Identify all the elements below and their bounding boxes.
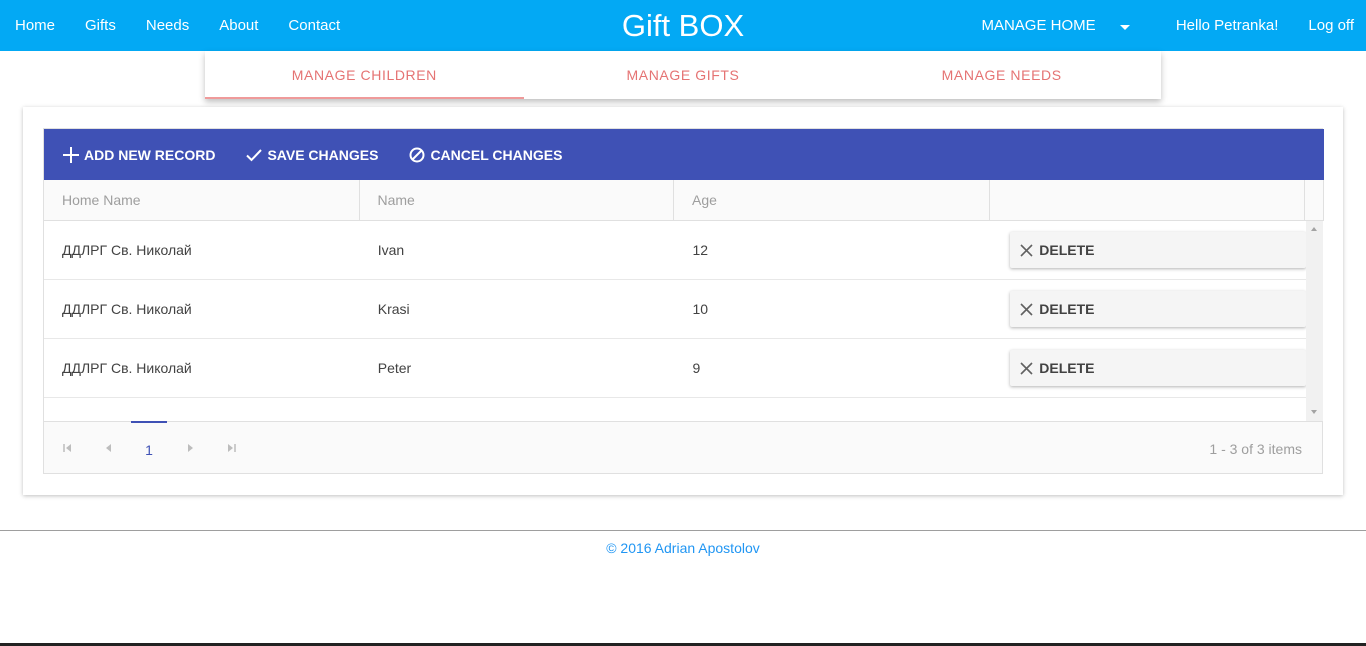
user-greeting-link[interactable]: Hello Petranka!	[1146, 0, 1294, 51]
table-row[interactable]: ДДЛРГ Св. Николай Peter 9 DELETE	[44, 339, 1306, 398]
manage-home-label: MANAGE HOME	[981, 17, 1096, 34]
grid-toolbar: ADD NEW RECORD SAVE CHANGES CANCEL CHANG…	[44, 129, 1324, 180]
cell-actions: DELETE	[990, 232, 1306, 268]
next-page-icon[interactable]	[184, 442, 196, 454]
delete-button[interactable]: DELETE	[1010, 291, 1306, 327]
manage-home-dropdown[interactable]: MANAGE HOME	[981, 0, 1145, 51]
close-icon	[1020, 361, 1033, 375]
cancel-changes-button[interactable]: CANCEL CHANGES	[408, 146, 562, 164]
tab-manage-gifts[interactable]: MANAGE GIFTS	[524, 51, 843, 99]
delete-label: DELETE	[1039, 301, 1095, 317]
cell-actions: DELETE	[990, 291, 1306, 327]
content-card: ADD NEW RECORD SAVE CHANGES CANCEL CHANG…	[23, 107, 1343, 495]
top-navbar: Home Gifts Needs About Contact Gift BOX …	[0, 0, 1366, 51]
cell-age[interactable]: 10	[675, 301, 991, 317]
delete-button[interactable]: DELETE	[1010, 232, 1306, 268]
nav-link-home[interactable]: Home	[0, 0, 70, 51]
add-new-record-button[interactable]: ADD NEW RECORD	[62, 146, 215, 164]
grid-header: Home Name Name Age	[44, 180, 1324, 221]
scroll-up-arrow-icon[interactable]	[1311, 227, 1317, 231]
main-nav: Home Gifts Needs About Contact	[0, 0, 355, 51]
save-changes-label: SAVE CHANGES	[267, 146, 379, 163]
save-changes-button[interactable]: SAVE CHANGES	[245, 146, 378, 164]
last-page-icon[interactable]	[225, 442, 237, 454]
cell-actions: DELETE	[990, 350, 1306, 386]
delete-label: DELETE	[1039, 360, 1095, 376]
grid-pager: 1 1 - 3 of 3 items	[44, 421, 1322, 473]
cell-name[interactable]: Peter	[360, 360, 675, 376]
nav-link-needs[interactable]: Needs	[131, 0, 204, 51]
column-header-actions	[990, 180, 1305, 220]
caret-down-icon	[1119, 25, 1130, 30]
scroll-down-arrow-icon[interactable]	[1311, 410, 1317, 414]
logoff-link[interactable]: Log off	[1293, 0, 1366, 51]
table-row[interactable]: ДДЛРГ Св. Николай Ivan 12 DELETE	[44, 221, 1306, 280]
plus-icon	[63, 146, 79, 163]
cell-home-name[interactable]: ДДЛРГ Св. Николай	[44, 360, 360, 376]
footer-copyright: © 2016 Adrian Apostolov	[606, 540, 760, 556]
column-header-name[interactable]: Name	[360, 180, 674, 220]
delete-button[interactable]: DELETE	[1010, 350, 1306, 386]
header-scroll-spacer	[1305, 180, 1324, 220]
children-grid: ADD NEW RECORD SAVE CHANGES CANCEL CHANG…	[43, 128, 1324, 474]
manage-tabs: MANAGE CHILDREN MANAGE GIFTS MANAGE NEED…	[205, 51, 1161, 99]
column-header-age[interactable]: Age	[674, 180, 990, 220]
brand-title[interactable]: Gift BOX	[622, 8, 744, 43]
vertical-scrollbar[interactable]	[1306, 221, 1323, 421]
table-row[interactable]: ДДЛРГ Св. Николай Krasi 10 DELETE	[44, 280, 1306, 339]
tab-manage-needs[interactable]: MANAGE NEEDS	[842, 51, 1161, 99]
grid-body: ДДЛРГ Св. Николай Ivan 12 DELETE ДДЛРГ С…	[44, 221, 1324, 421]
nav-link-about[interactable]: About	[204, 0, 273, 51]
close-icon	[1020, 243, 1033, 257]
column-header-home-name[interactable]: Home Name	[44, 180, 360, 220]
delete-label: DELETE	[1039, 242, 1095, 258]
checkmark-icon	[246, 148, 263, 161]
pager-info: 1 - 3 of 3 items	[1209, 441, 1302, 457]
nav-link-gifts[interactable]: Gifts	[70, 0, 131, 51]
add-new-record-label: ADD NEW RECORD	[84, 146, 216, 163]
cell-home-name[interactable]: ДДЛРГ Св. Николай	[44, 242, 360, 258]
cell-home-name[interactable]: ДДЛРГ Св. Николай	[44, 301, 360, 317]
user-nav: MANAGE HOME Hello Petranka! Log off	[981, 0, 1366, 51]
first-page-icon[interactable]	[62, 442, 74, 454]
tab-manage-children[interactable]: MANAGE CHILDREN	[205, 51, 524, 99]
cell-age[interactable]: 12	[675, 242, 991, 258]
footer-divider	[0, 530, 1366, 531]
cancel-icon	[409, 147, 425, 162]
previous-page-icon[interactable]	[103, 442, 115, 454]
nav-link-contact[interactable]: Contact	[273, 0, 355, 51]
cancel-changes-label: CANCEL CHANGES	[430, 146, 563, 163]
cell-age[interactable]: 9	[675, 360, 991, 376]
page-number-current[interactable]: 1	[131, 421, 167, 473]
cell-name[interactable]: Ivan	[360, 242, 675, 258]
cell-name[interactable]: Krasi	[360, 301, 675, 317]
close-icon	[1020, 302, 1033, 316]
